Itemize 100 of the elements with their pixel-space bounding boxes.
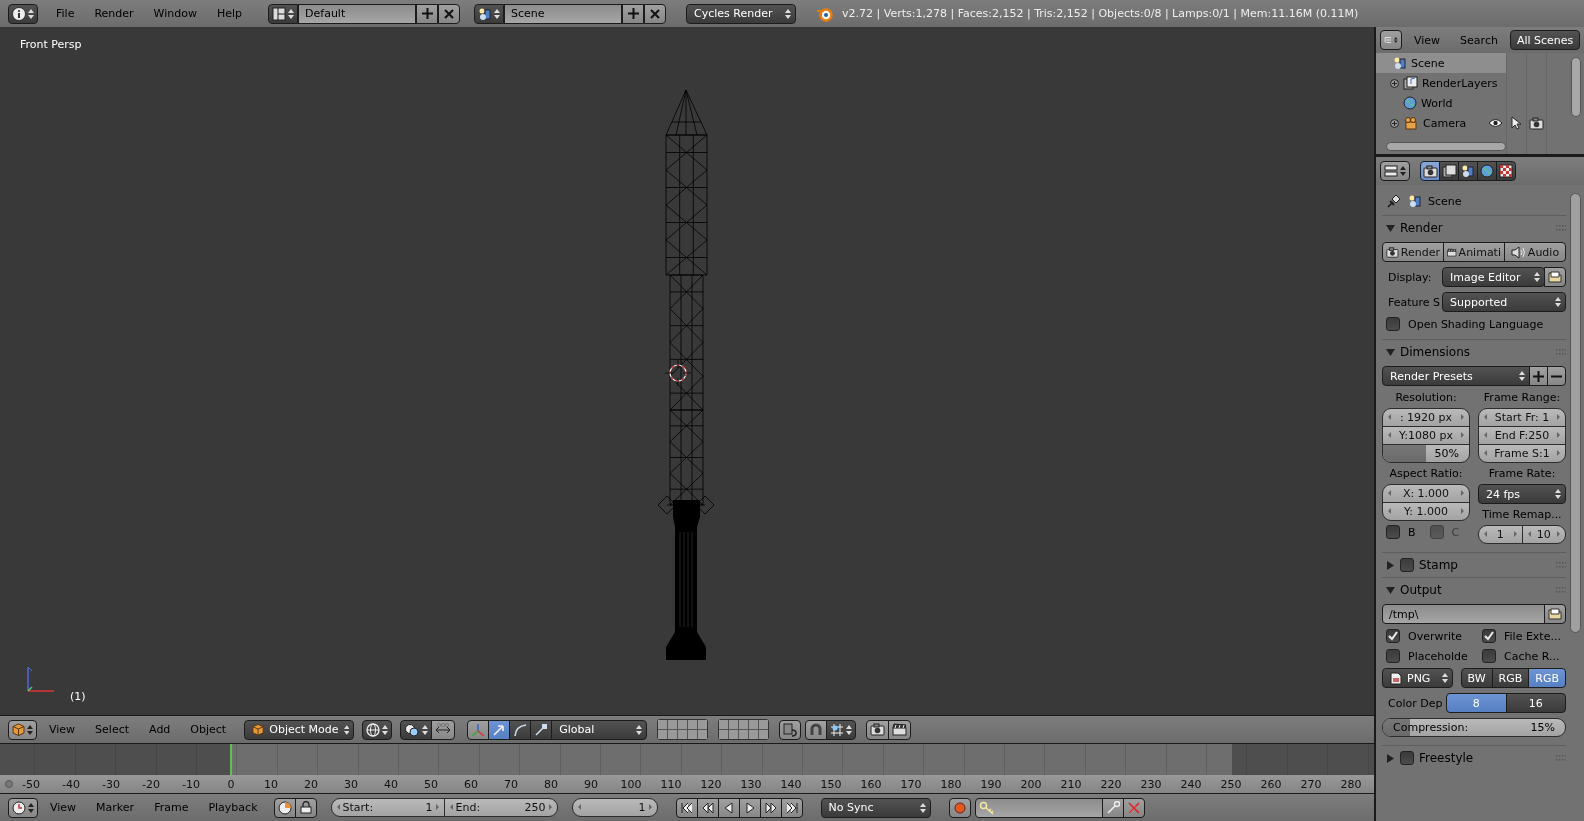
scene-field[interactable]: Scene xyxy=(504,3,623,24)
slider[interactable]: Compression: 15% xyxy=(1382,718,1566,737)
menu-item[interactable]: Playback xyxy=(200,797,266,818)
toggle-button[interactable]: RGB xyxy=(1528,668,1566,688)
slider[interactable]: 50% xyxy=(1382,444,1470,463)
browse-button[interactable] xyxy=(1544,604,1566,624)
checkbox[interactable] xyxy=(1400,751,1414,765)
menu-item[interactable]: View xyxy=(1406,30,1449,50)
playback-button[interactable] xyxy=(738,797,761,818)
editor-type-button[interactable] xyxy=(1380,161,1410,181)
number-field[interactable]: 10 xyxy=(1521,525,1566,544)
scene-picker-button[interactable] xyxy=(474,3,505,24)
editor-type-button[interactable] xyxy=(8,719,37,740)
menu-item[interactable]: Marker xyxy=(88,797,143,818)
close-button[interactable] xyxy=(438,3,461,24)
number-field[interactable]: Y: 1.000 xyxy=(1382,502,1470,521)
expand-icon[interactable] xyxy=(1390,78,1399,88)
editor-type-button[interactable] xyxy=(1380,30,1402,50)
current-frame-field[interactable]: 1 xyxy=(571,798,658,817)
playback-button[interactable] xyxy=(780,797,803,818)
delete-keyframe-button[interactable] xyxy=(1122,797,1145,818)
context-tab[interactable] xyxy=(1458,161,1478,181)
context-tab[interactable] xyxy=(1496,161,1516,181)
collapse-arrow-icon[interactable] xyxy=(1386,347,1395,357)
dropdown[interactable]: Image Editor xyxy=(1442,267,1545,287)
layout-picker-button[interactable] xyxy=(268,3,299,24)
record-button[interactable] xyxy=(948,797,971,818)
playback-button[interactable] xyxy=(759,797,782,818)
menu-item[interactable]: Frame xyxy=(146,797,197,818)
expand-arrow-icon[interactable] xyxy=(1386,753,1395,763)
snap-element-dropdown[interactable] xyxy=(826,719,857,740)
mode-dropdown[interactable]: Object Mode xyxy=(244,719,355,740)
checkbox[interactable] xyxy=(1386,629,1400,643)
remove-button[interactable] xyxy=(1547,366,1566,386)
collapse-arrow-icon[interactable] xyxy=(1386,223,1395,233)
render-animation-button[interactable] xyxy=(888,719,912,740)
expand-icon[interactable] xyxy=(1390,118,1399,128)
drag-handle-icon[interactable] xyxy=(1556,562,1566,568)
context-tab[interactable] xyxy=(1420,161,1440,181)
presets-dropdown[interactable]: Render Presets xyxy=(1382,366,1530,386)
insert-keyframe-button[interactable] xyxy=(1101,797,1124,818)
checkbox[interactable] xyxy=(1400,558,1414,572)
number-field[interactable]: Frame S:1 xyxy=(1478,444,1566,463)
editor-type-button[interactable] xyxy=(8,3,38,24)
number-field[interactable]: End F:250 xyxy=(1478,426,1566,445)
menu-item[interactable]: Object xyxy=(182,719,235,740)
menu-item[interactable]: Render xyxy=(86,3,142,24)
expand-arrow-icon[interactable] xyxy=(1386,560,1395,570)
add-button[interactable] xyxy=(1529,366,1548,386)
context-tab[interactable] xyxy=(1439,161,1459,181)
file-format-dropdown[interactable]: PNG xyxy=(1382,668,1453,688)
add-button[interactable] xyxy=(416,3,439,24)
manipulator-toggle[interactable] xyxy=(467,719,490,740)
checkbox[interactable] xyxy=(1386,649,1400,663)
keying-set-field[interactable] xyxy=(974,797,1103,818)
shading-dropdown[interactable] xyxy=(362,719,393,740)
menu-item[interactable]: Add xyxy=(141,719,179,740)
editor-type-button[interactable] xyxy=(8,797,38,818)
filter-dropdown[interactable]: All Scenes xyxy=(1509,30,1581,50)
render-action-button[interactable]: Render xyxy=(1382,242,1444,262)
manipulator-button[interactable] xyxy=(530,719,553,740)
toggle-button[interactable]: RGB xyxy=(1491,668,1530,688)
menu-item[interactable]: Select xyxy=(87,719,138,740)
number-field[interactable]: 1 xyxy=(1478,525,1523,544)
drag-handle-icon[interactable] xyxy=(1556,225,1566,231)
collapse-arrow-icon[interactable] xyxy=(1386,585,1395,595)
playback-button[interactable] xyxy=(717,797,740,818)
orientation-dropdown[interactable]: Global xyxy=(551,719,648,740)
checkbox[interactable] xyxy=(1482,649,1496,663)
menu-item[interactable]: View xyxy=(42,797,85,818)
layout-field[interactable]: Default xyxy=(298,3,417,24)
menu-item[interactable]: File xyxy=(48,3,83,24)
drag-handle-icon[interactable] xyxy=(1556,349,1566,355)
toggle-button[interactable]: BW xyxy=(1460,668,1493,688)
origin-toggle[interactable] xyxy=(431,719,456,740)
render-engine-dropdown[interactable]: Cycles Render xyxy=(686,3,797,24)
checkbox[interactable] xyxy=(1482,629,1496,643)
drag-handle-icon[interactable] xyxy=(1556,587,1566,593)
outliner-item[interactable]: Camera xyxy=(1423,116,1467,130)
pivot-dropdown[interactable] xyxy=(400,719,433,740)
outliner-item[interactable]: Scene xyxy=(1411,56,1445,70)
playback-button[interactable] xyxy=(696,797,719,818)
outliner-item[interactable]: World xyxy=(1421,96,1453,110)
snap-toggle[interactable] xyxy=(805,719,828,740)
cursor-icon[interactable] xyxy=(1511,116,1521,130)
preview-range-button[interactable] xyxy=(273,797,296,818)
render-image-button[interactable] xyxy=(866,719,890,740)
context-tab[interactable] xyxy=(1477,161,1497,181)
checkbox[interactable] xyxy=(1386,317,1400,331)
eye-icon[interactable] xyxy=(1488,118,1503,128)
manipulator-button[interactable] xyxy=(488,719,511,740)
add-button[interactable] xyxy=(622,3,645,24)
start-frame-field[interactable]: Start: 1 xyxy=(330,798,445,817)
playback-button[interactable] xyxy=(675,797,698,818)
menu-item[interactable]: Search xyxy=(1452,30,1506,50)
manipulator-button[interactable] xyxy=(509,719,532,740)
outliner-item[interactable]: RenderLayers xyxy=(1422,76,1498,90)
menu-item[interactable]: View xyxy=(41,719,84,740)
frame-rate-dropdown[interactable]: 24 fps xyxy=(1478,484,1566,504)
output-path-field[interactable]: /tmp\ xyxy=(1382,604,1545,624)
